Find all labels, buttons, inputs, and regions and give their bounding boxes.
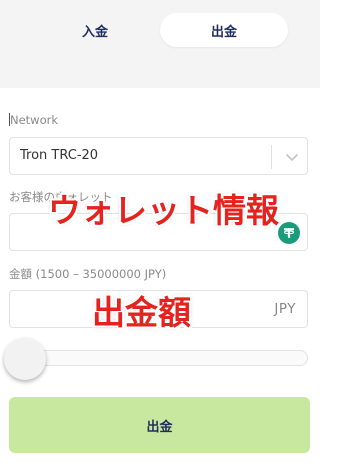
amount-unit: JPY bbox=[274, 301, 296, 317]
withdraw-submit-button[interactable]: 出金 bbox=[9, 397, 310, 453]
select-separator bbox=[271, 145, 272, 169]
right-gutter bbox=[320, 0, 337, 466]
chevron-down-icon[interactable] bbox=[281, 146, 303, 168]
annotation-wallet-info: ウォレット情報 bbox=[48, 191, 279, 230]
amount-label: 金額 (1500 – 35000000 JPY) bbox=[9, 267, 167, 281]
network-label-text: Network bbox=[10, 113, 59, 127]
amount-slider-track[interactable] bbox=[9, 350, 308, 366]
tab-deposit-label: 入金 bbox=[81, 24, 108, 40]
amount-slider-thumb[interactable] bbox=[4, 338, 46, 380]
tab-withdraw[interactable]: 出金 bbox=[160, 13, 288, 47]
tether-icon bbox=[278, 222, 300, 244]
annotation-withdraw-amount: 出金額 bbox=[92, 293, 191, 332]
tab-withdraw-label: 出金 bbox=[210, 24, 237, 40]
network-select-value: Tron TRC-20 bbox=[20, 148, 99, 163]
withdraw-submit-label: 出金 bbox=[146, 419, 173, 435]
tab-deposit[interactable]: 入金 bbox=[34, 13, 156, 47]
network-label: Network bbox=[9, 113, 58, 127]
network-select[interactable]: Tron TRC-20 bbox=[9, 137, 308, 175]
